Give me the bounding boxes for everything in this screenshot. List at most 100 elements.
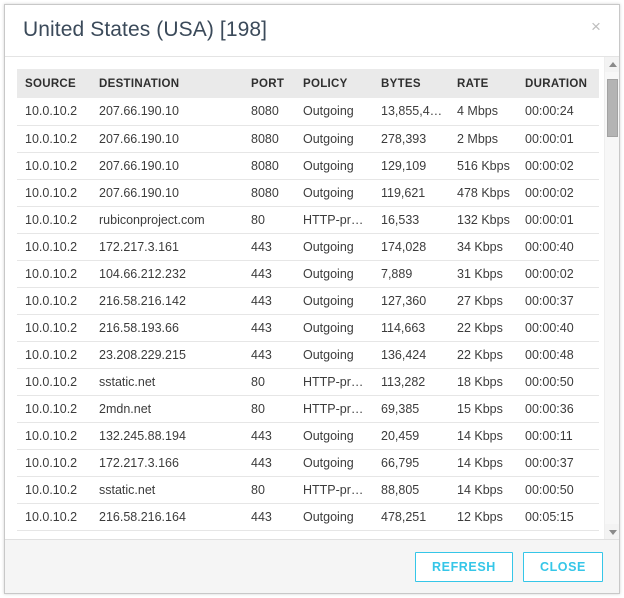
cell-bytes: 174,028 xyxy=(373,233,449,260)
cell-source: 10.0.10.2 xyxy=(17,125,91,152)
cell-source: 10.0.10.2 xyxy=(17,422,91,449)
cell-policy: Outgoing xyxy=(295,341,373,368)
table-row[interactable]: 10.0.10.2216.58.216.142443Outgoing127,36… xyxy=(17,287,599,314)
scroll-down-button[interactable] xyxy=(605,524,619,539)
cell-bytes: 113,282 xyxy=(373,368,449,395)
cell-policy: Outgoing xyxy=(295,152,373,179)
cell-rate: 34 Kbps xyxy=(449,233,517,260)
table-row[interactable]: 10.0.10.2207.66.190.108080Outgoing119,62… xyxy=(17,179,599,206)
page-title: United States (USA) [198] xyxy=(23,18,267,42)
cell-destination: 172.217.3.166 xyxy=(91,449,243,476)
dialog-header: United States (USA) [198] × xyxy=(5,5,619,57)
cell-destination: 172.217.3.161 xyxy=(91,233,243,260)
table-row[interactable]: 10.0.10.2207.66.190.108080Outgoing278,39… xyxy=(17,125,599,152)
cell-policy: Outgoing xyxy=(295,125,373,152)
table-row[interactable]: 10.0.10.2104.66.212.232443Outgoing7,8893… xyxy=(17,260,599,287)
cell-source: 10.0.10.2 xyxy=(17,314,91,341)
cell-policy: Outgoing xyxy=(295,260,373,287)
table-row[interactable]: 10.0.10.22mdn.net80HTTP-proxy69,38515 Kb… xyxy=(17,395,599,422)
flow-table: SOURCE DESTINATION PORT POLICY BYTES RAT… xyxy=(17,69,599,531)
close-icon[interactable]: × xyxy=(585,16,607,38)
cell-policy: HTTP-proxy xyxy=(295,476,373,503)
cell-source: 10.0.10.2 xyxy=(17,260,91,287)
cell-duration: 00:00:02 xyxy=(517,260,599,287)
table-row[interactable]: 10.0.10.2207.66.190.108080Outgoing13,855… xyxy=(17,98,599,125)
cell-destination: 207.66.190.10 xyxy=(91,152,243,179)
column-header-policy[interactable]: POLICY xyxy=(295,69,373,98)
cell-policy: Outgoing xyxy=(295,98,373,125)
cell-source: 10.0.10.2 xyxy=(17,152,91,179)
scrollbar-thumb[interactable] xyxy=(607,79,618,137)
cell-destination: 216.58.216.142 xyxy=(91,287,243,314)
column-header-source[interactable]: SOURCE xyxy=(17,69,91,98)
cell-duration: 00:00:37 xyxy=(517,449,599,476)
cell-rate: 22 Kbps xyxy=(449,341,517,368)
table-row[interactable]: 10.0.10.2sstatic.net80HTTP-proxy88,80514… xyxy=(17,476,599,503)
cell-bytes: 278,393 xyxy=(373,125,449,152)
column-header-destination[interactable]: DESTINATION xyxy=(91,69,243,98)
dialog-body: SOURCE DESTINATION PORT POLICY BYTES RAT… xyxy=(5,57,619,539)
cell-destination: 207.66.190.10 xyxy=(91,179,243,206)
cell-duration: 00:00:02 xyxy=(517,179,599,206)
column-header-rate[interactable]: RATE xyxy=(449,69,517,98)
cell-source: 10.0.10.2 xyxy=(17,368,91,395)
table-row[interactable]: 10.0.10.223.208.229.215443Outgoing136,42… xyxy=(17,341,599,368)
cell-policy: Outgoing xyxy=(295,233,373,260)
column-header-bytes[interactable]: BYTES xyxy=(373,69,449,98)
cell-policy: Outgoing xyxy=(295,449,373,476)
cell-port: 80 xyxy=(243,395,295,422)
table-row[interactable]: 10.0.10.2172.217.3.166443Outgoing66,7951… xyxy=(17,449,599,476)
table-header-row: SOURCE DESTINATION PORT POLICY BYTES RAT… xyxy=(17,69,599,98)
cell-destination: 132.245.88.194 xyxy=(91,422,243,449)
cell-port: 443 xyxy=(243,260,295,287)
cell-bytes: 16,533 xyxy=(373,206,449,233)
table-row[interactable]: 10.0.10.2132.245.88.194443Outgoing20,459… xyxy=(17,422,599,449)
dialog-footer: REFRESH CLOSE xyxy=(5,539,619,593)
cell-port: 443 xyxy=(243,233,295,260)
cell-duration: 00:00:40 xyxy=(517,314,599,341)
cell-destination: sstatic.net xyxy=(91,368,243,395)
table-header: SOURCE DESTINATION PORT POLICY BYTES RAT… xyxy=(17,69,599,98)
cell-destination: 2mdn.net xyxy=(91,395,243,422)
cell-bytes: 13,855,489 xyxy=(373,98,449,125)
close-button[interactable]: CLOSE xyxy=(523,552,603,582)
cell-bytes: 66,795 xyxy=(373,449,449,476)
chevron-up-icon xyxy=(609,62,617,67)
cell-rate: 4 Mbps xyxy=(449,98,517,125)
vertical-scrollbar[interactable] xyxy=(604,57,619,539)
cell-port: 8080 xyxy=(243,179,295,206)
table-row[interactable]: 10.0.10.2sstatic.net80HTTP-proxy113,2821… xyxy=(17,368,599,395)
cell-duration: 00:00:48 xyxy=(517,341,599,368)
table-row[interactable]: 10.0.10.2216.58.193.66443Outgoing114,663… xyxy=(17,314,599,341)
cell-port: 443 xyxy=(243,503,295,530)
cell-policy: Outgoing xyxy=(295,503,373,530)
cell-policy: HTTP-proxy xyxy=(295,368,373,395)
table-row[interactable]: 10.0.10.2172.217.3.161443Outgoing174,028… xyxy=(17,233,599,260)
cell-policy: Outgoing xyxy=(295,422,373,449)
scroll-up-button[interactable] xyxy=(605,57,619,72)
cell-bytes: 20,459 xyxy=(373,422,449,449)
cell-source: 10.0.10.2 xyxy=(17,206,91,233)
cell-port: 8080 xyxy=(243,152,295,179)
table-row[interactable]: 10.0.10.2207.66.190.108080Outgoing129,10… xyxy=(17,152,599,179)
cell-bytes: 136,424 xyxy=(373,341,449,368)
cell-duration: 00:00:01 xyxy=(517,125,599,152)
refresh-button[interactable]: REFRESH xyxy=(415,552,513,582)
cell-policy: HTTP-proxy xyxy=(295,206,373,233)
cell-rate: 14 Kbps xyxy=(449,476,517,503)
cell-policy: HTTP-proxy xyxy=(295,395,373,422)
cell-duration: 00:00:37 xyxy=(517,287,599,314)
column-header-duration[interactable]: DURATION xyxy=(517,69,599,98)
cell-bytes: 69,385 xyxy=(373,395,449,422)
cell-port: 8080 xyxy=(243,125,295,152)
cell-rate: 2 Mbps xyxy=(449,125,517,152)
cell-rate: 27 Kbps xyxy=(449,287,517,314)
table-row[interactable]: 10.0.10.2216.58.216.164443Outgoing478,25… xyxy=(17,503,599,530)
column-header-port[interactable]: PORT xyxy=(243,69,295,98)
cell-duration: 00:00:36 xyxy=(517,395,599,422)
table-row[interactable]: 10.0.10.2rubiconproject.com80HTTP-proxy1… xyxy=(17,206,599,233)
cell-rate: 12 Kbps xyxy=(449,503,517,530)
cell-duration: 00:05:15 xyxy=(517,503,599,530)
cell-rate: 15 Kbps xyxy=(449,395,517,422)
cell-source: 10.0.10.2 xyxy=(17,98,91,125)
